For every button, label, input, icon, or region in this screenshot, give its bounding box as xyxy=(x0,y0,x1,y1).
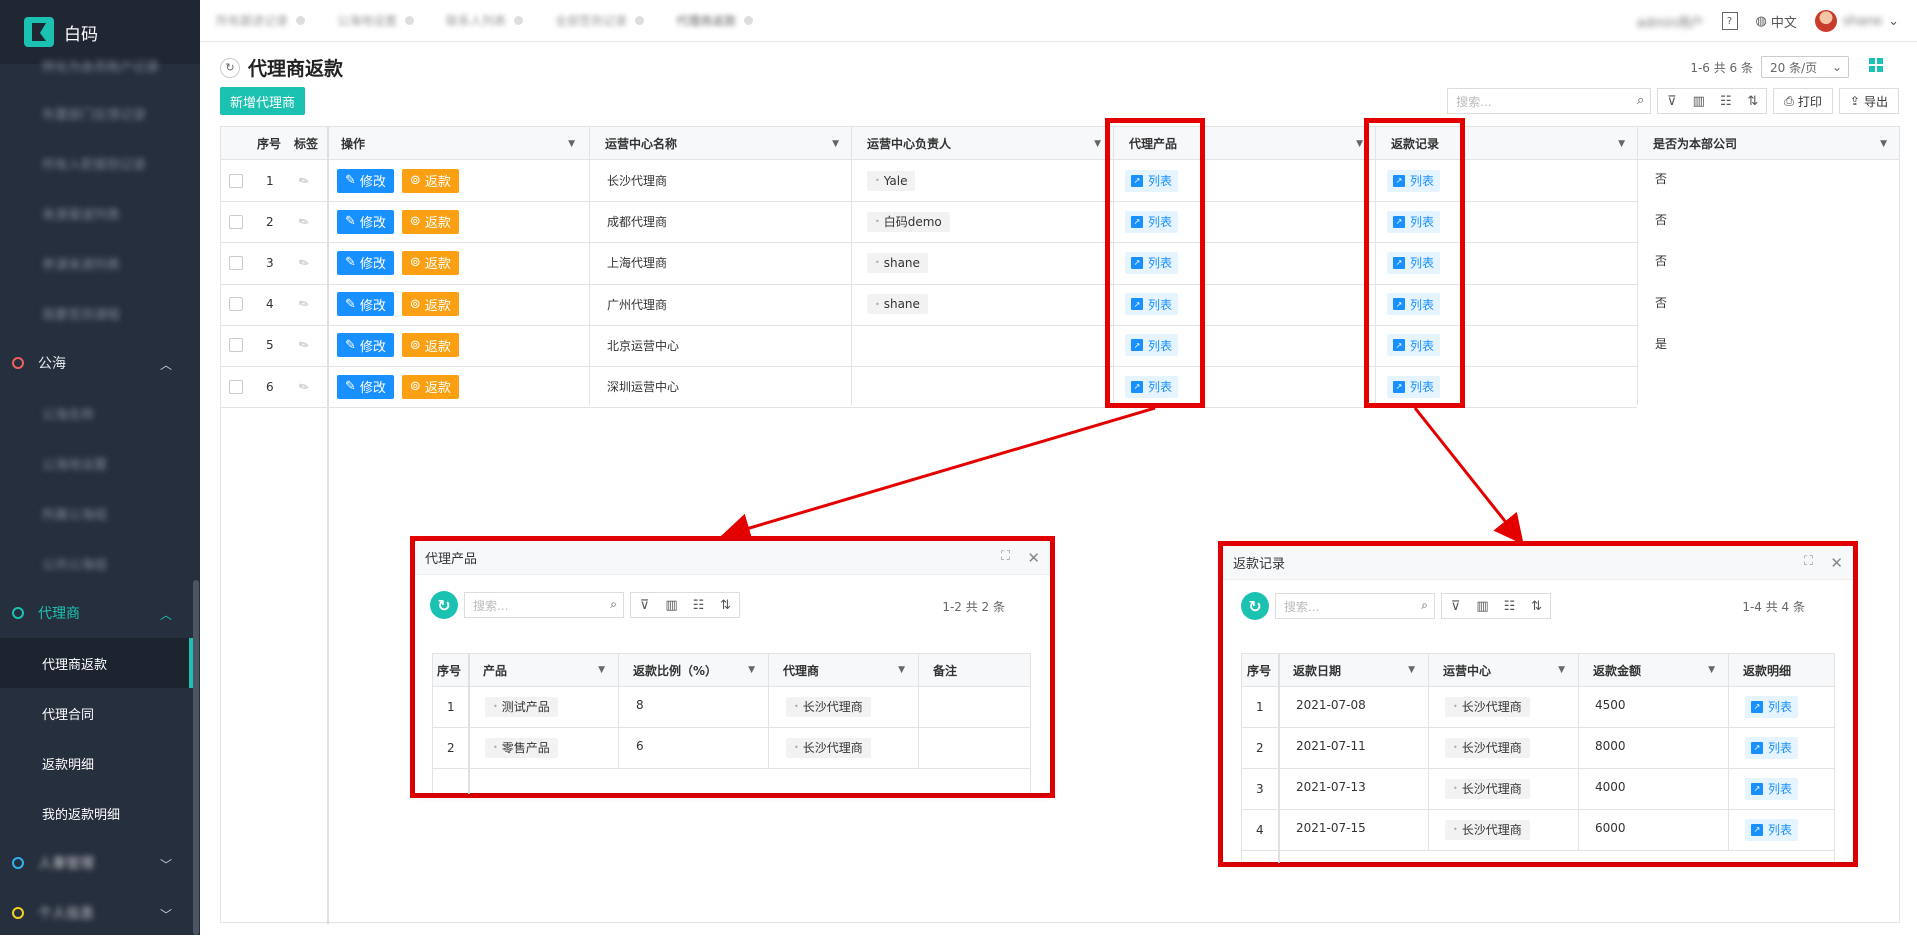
refresh-icon[interactable]: ↻ xyxy=(430,591,458,619)
caret-down-icon: ▼ xyxy=(598,665,605,675)
refund-amount: 6000 xyxy=(1595,820,1626,835)
open-icon: ↗ xyxy=(1751,782,1763,795)
search-icon[interactable]: ⌕ xyxy=(610,597,617,612)
row-index: 2 xyxy=(447,740,455,755)
refund-date: 2021-07-11 xyxy=(1296,738,1366,753)
refund-date: 2021-07-08 xyxy=(1296,697,1366,712)
col-ratio[interactable]: 返款比例（%） ▼ xyxy=(633,654,765,686)
columns-settings-icon[interactable]: ☷ xyxy=(1496,594,1523,618)
filter-icon[interactable]: ⊽ xyxy=(1442,594,1469,618)
sort-icon[interactable]: ⇅ xyxy=(1523,594,1550,618)
chart-icon[interactable]: ▥ xyxy=(1469,594,1496,618)
agent-chip: 长沙代理商 xyxy=(786,727,871,768)
fullscreen-icon[interactable]: ⛶ xyxy=(1804,554,1813,569)
center-chip: 长沙代理商 xyxy=(1445,768,1530,809)
fullscreen-icon[interactable]: ⛶ xyxy=(1001,549,1010,564)
caret-down-icon: ▼ xyxy=(1708,665,1715,675)
center-chip: 长沙代理商 xyxy=(1445,727,1530,768)
col-product[interactable]: 产品 ▼ xyxy=(483,654,615,686)
col-refund-date[interactable]: 返款日期 ▼ xyxy=(1293,654,1425,686)
modal-count: 1-4 共 4 条 xyxy=(1742,600,1805,614)
refund-amount: 4000 xyxy=(1595,779,1626,794)
refund-amount: 8000 xyxy=(1595,738,1626,753)
search-input[interactable]: 搜索... ⌕ xyxy=(1275,593,1435,619)
row-index: 1 xyxy=(1256,699,1264,714)
columns-settings-icon[interactable]: ☷ xyxy=(685,593,712,617)
product-table: 序号 产品▼ 返款比例（%）▼ 代理商▼ 备注 1测试产品8长沙代理商2零售产品… xyxy=(432,653,1031,794)
sort-icon[interactable]: ⇅ xyxy=(712,593,739,617)
row-index: 3 xyxy=(1256,781,1264,796)
refund-table: 序号 返款日期▼ 运营中心▼ 返款金额▼ 返款明细 12021-07-08长沙代… xyxy=(1241,653,1835,863)
row-index: 1 xyxy=(447,699,455,714)
ratio-value: 8 xyxy=(636,697,644,712)
col-agent[interactable]: 代理商 ▼ xyxy=(783,654,915,686)
filter-icon[interactable]: ⊽ xyxy=(631,593,658,617)
center-chip: 长沙代理商 xyxy=(1445,809,1530,850)
refund-detail-list-button[interactable]: ↗ 列表 xyxy=(1745,727,1799,768)
refresh-icon[interactable]: ↻ xyxy=(1241,592,1269,620)
col-center[interactable]: 运营中心 ▼ xyxy=(1443,654,1575,686)
agent-chip: 长沙代理商 xyxy=(786,686,871,727)
row-index: 2 xyxy=(1256,740,1264,755)
search-icon[interactable]: ⌕ xyxy=(1421,598,1428,613)
refund-detail-list-button[interactable]: ↗ 列表 xyxy=(1745,768,1799,809)
chart-icon[interactable]: ▥ xyxy=(658,593,685,617)
ratio-value: 6 xyxy=(636,738,644,753)
open-icon: ↗ xyxy=(1751,700,1763,713)
refund-detail-list-button[interactable]: ↗ 列表 xyxy=(1745,809,1799,850)
col-amount[interactable]: 返款金额 ▼ xyxy=(1593,654,1725,686)
open-icon: ↗ xyxy=(1751,823,1763,836)
row-index: 4 xyxy=(1256,822,1264,837)
open-icon: ↗ xyxy=(1751,741,1763,754)
close-icon[interactable]: ✕ xyxy=(1027,549,1040,567)
caret-down-icon: ▼ xyxy=(748,665,755,675)
caret-down-icon: ▼ xyxy=(1408,665,1415,675)
col-note: 备注 xyxy=(933,663,958,678)
toolbar-icons: ⊽ ▥ ☷ ⇅ xyxy=(630,592,740,618)
product-chip: 测试产品 xyxy=(485,686,558,727)
close-icon[interactable]: ✕ xyxy=(1830,554,1843,572)
refund-date: 2021-07-13 xyxy=(1296,779,1366,794)
refund-modal: 返款记录 ⛶ ✕ ↻ 搜索... ⌕ ⊽ ▥ ☷ ⇅ 1-4 共 4 条 序号 返款日期 ▼ … xyxy=(1223,546,1853,863)
caret-down-icon: ▼ xyxy=(1558,665,1565,675)
modal-count: 1-2 共 2 条 xyxy=(942,600,1005,614)
refund-amount: 4500 xyxy=(1595,697,1626,712)
toolbar-icons: ⊽ ▥ ☷ ⇅ xyxy=(1441,593,1551,619)
center-chip: 长沙代理商 xyxy=(1445,686,1530,727)
search-input[interactable]: 搜索... ⌕ xyxy=(464,592,624,618)
caret-down-icon: ▼ xyxy=(898,665,905,675)
product-chip: 零售产品 xyxy=(485,727,558,768)
refund-date: 2021-07-15 xyxy=(1296,820,1366,835)
modal-title: 返款记录 xyxy=(1233,557,1286,572)
modal-title: 代理产品 xyxy=(425,552,478,567)
refund-detail-list-button[interactable]: ↗ 列表 xyxy=(1745,686,1799,727)
product-modal: 代理产品 ⛶ ✕ ↻ 搜索... ⌕ ⊽ ▥ ☷ ⇅ 1-2 共 2 条 序号 产品 ▼ 返款… xyxy=(415,541,1050,794)
col-refund-detail: 返款明细 xyxy=(1743,663,1792,678)
